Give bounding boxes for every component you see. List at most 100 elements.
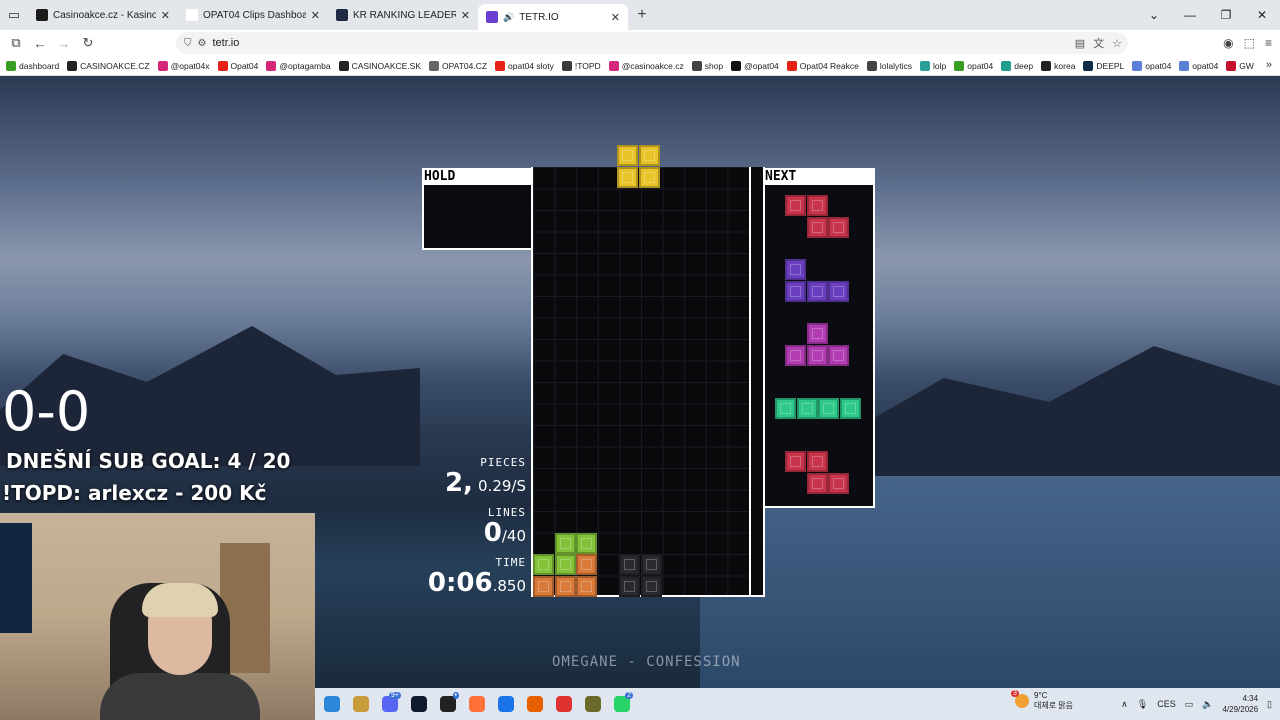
tab-menu-icon[interactable]: ⌄ <box>1136 8 1172 22</box>
bookmark-favicon <box>338 60 349 71</box>
app-olive-icon <box>584 696 601 712</box>
webcam-feed <box>0 513 315 720</box>
board-cell <box>533 554 554 575</box>
bookmark-item[interactable]: OPAT04.CZ <box>429 60 487 71</box>
minimize-button[interactable]: — <box>1172 8 1208 22</box>
forward-icon[interactable]: → <box>52 36 76 51</box>
clock[interactable]: 4:34 4/29/2026 <box>1222 693 1258 715</box>
bookmark-item[interactable]: opat04 <box>954 60 993 71</box>
bookmark-label: shop <box>704 60 724 71</box>
address-bar[interactable]: ⛉ ⚙ tetr.io ▤ 文 ☆ <box>176 32 1128 54</box>
shield-icon[interactable]: ⛉ <box>184 38 192 49</box>
close-icon[interactable]: ✕ <box>461 9 470 22</box>
microphone-icon[interactable]: 🎙 <box>1137 699 1148 710</box>
permissions-icon[interactable]: ⚙ <box>198 38 207 49</box>
bookmark-item[interactable]: DEEPL <box>1083 60 1124 71</box>
bookmark-item[interactable]: lolp <box>920 60 946 71</box>
new-tab-button[interactable]: + <box>628 6 656 24</box>
app-dark-taskbar-icon[interactable] <box>404 690 433 719</box>
reader-view-icon[interactable]: ▤ <box>1075 37 1085 50</box>
bookmark-item[interactable]: opat04 sloty <box>495 60 554 71</box>
bookmark-item[interactable]: !TOPD <box>561 60 601 71</box>
bookmark-label: GW <box>1239 60 1254 71</box>
next-piece-cell <box>806 344 828 366</box>
bookmark-label: @opat04 <box>744 60 779 71</box>
bookmark-item[interactable]: @optagamba <box>266 60 331 71</box>
close-icon[interactable]: ✕ <box>161 9 170 22</box>
notifications-icon[interactable]: ▯ <box>1267 699 1272 710</box>
back-icon[interactable]: ← <box>28 36 52 51</box>
board-cell <box>619 554 641 575</box>
bookmark-item[interactable]: @opat04x <box>157 60 210 71</box>
tab-casinoakce[interactable]: Casinoakce.cz - Kasino bonusy ✕ <box>28 0 178 30</box>
bookmark-item[interactable]: GW <box>1226 60 1254 71</box>
tab-kr-ranking[interactable]: KR RANKING LEADERBOARDS, · ✕ <box>328 0 478 30</box>
bookmark-label: CASINOAKCE.CZ <box>80 60 150 71</box>
sub-goal-text: DNEŠNÍ SUB GOAL: 4 / 20 <box>6 449 291 473</box>
bookmark-star-icon[interactable]: ☆ <box>1112 37 1122 50</box>
extensions-icon[interactable]: ⬚ <box>1244 36 1255 50</box>
url-text[interactable]: tetr.io <box>212 37 239 49</box>
account-icon[interactable]: ◉ <box>1223 36 1233 50</box>
app-red-taskbar-icon[interactable] <box>549 690 578 719</box>
next-piece-cell <box>818 398 839 419</box>
bookmark-item[interactable]: CASINOAKCE.SK <box>338 60 421 71</box>
lol-taskbar-icon[interactable] <box>346 690 375 719</box>
chrome-taskbar-icon[interactable] <box>491 690 520 719</box>
bookmark-favicon <box>429 60 439 71</box>
bookmark-item[interactable]: @casinoakce.cz <box>608 60 684 71</box>
board-cell <box>554 532 576 554</box>
bookmarks-overflow-icon[interactable]: » <box>1266 59 1272 71</box>
close-icon[interactable]: ✕ <box>311 9 320 22</box>
next-piece-cell <box>796 398 818 419</box>
reload-icon[interactable]: ↻ <box>76 35 100 51</box>
menu-icon[interactable]: ≡ <box>1265 36 1272 50</box>
bookmark-item[interactable]: @opat04 <box>731 60 779 71</box>
bookmark-favicon <box>731 60 742 71</box>
bookmark-item[interactable]: CASINOAKCE.CZ <box>67 60 150 71</box>
app-olive-taskbar-icon[interactable] <box>578 690 607 719</box>
firefox-taskbar-icon[interactable] <box>462 690 491 719</box>
bookmark-item[interactable]: dashboard <box>6 60 59 71</box>
close-window-button[interactable]: ✕ <box>1244 8 1280 22</box>
bookmark-item[interactable]: opat04 <box>1132 60 1171 71</box>
next-piece-cell <box>828 472 849 494</box>
sidebar-icon[interactable]: ⧉ <box>4 35 28 51</box>
bookmark-item[interactable]: Opat04 Reakce <box>786 60 859 71</box>
network-icon[interactable]: ▭ <box>1185 699 1194 710</box>
bookmark-favicon <box>6 60 16 71</box>
speaker-icon[interactable]: 🔊 <box>503 12 514 23</box>
obs-taskbar-icon[interactable]: • <box>433 690 462 719</box>
discord-taskbar-icon[interactable]: 9+ <box>375 690 404 719</box>
task-view-taskbar-icon[interactable] <box>317 690 346 719</box>
whatsapp-taskbar-icon[interactable]: 2 <box>607 690 636 719</box>
chevron-up-icon[interactable]: ∧ <box>1121 699 1128 710</box>
restore-button[interactable]: ❐ <box>1208 8 1244 22</box>
volume-icon[interactable]: 🔈 <box>1202 699 1213 710</box>
next-piece-cell <box>785 451 806 472</box>
bookmark-item[interactable]: opat04 <box>1179 60 1218 71</box>
tab-list-icon[interactable]: ▭ <box>0 0 28 30</box>
garbage-meter <box>749 167 765 597</box>
close-icon[interactable]: ✕ <box>611 11 620 24</box>
bookmark-label: @opat04x <box>170 60 210 71</box>
bookmark-item[interactable]: korea <box>1041 60 1075 71</box>
firefox-dev-taskbar-icon[interactable] <box>520 690 549 719</box>
bookmark-item[interactable]: lolalytics <box>866 60 912 71</box>
lol-icon <box>352 696 369 712</box>
notification-badge: • <box>452 691 459 699</box>
bookmark-label: deep <box>1014 60 1034 71</box>
language-indicator[interactable]: CES <box>1157 699 1176 709</box>
chrome-icon <box>497 696 514 712</box>
tab-favicon <box>186 9 198 21</box>
weather-widget[interactable]: 3 9°C 대체로 맑음 <box>1011 690 1073 711</box>
bookmark-item[interactable]: deep <box>1001 60 1034 71</box>
tab-favicon <box>486 11 498 23</box>
game-board[interactable] <box>531 167 749 597</box>
bookmark-item[interactable]: shop <box>691 60 724 71</box>
tab-clips-dashboard[interactable]: OPAT04 Clips Dashboard ✕ <box>178 0 328 30</box>
bookmark-item[interactable]: Opat04 <box>217 60 258 71</box>
tab-tetrio[interactable]: 🔊 TETR.IO ✕ <box>478 4 628 30</box>
translate-icon[interactable]: 文 <box>1093 35 1104 51</box>
board-cell <box>576 532 598 554</box>
